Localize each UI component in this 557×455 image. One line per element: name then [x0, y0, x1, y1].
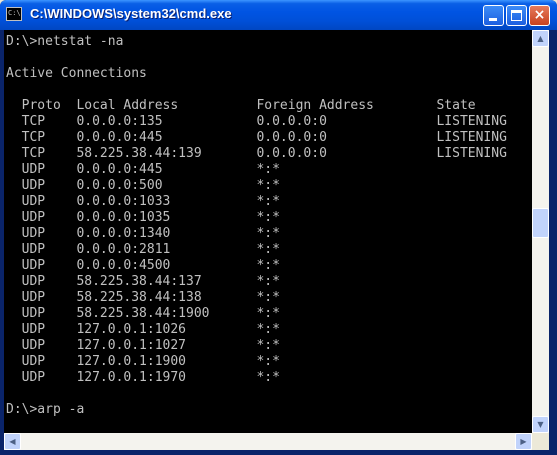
title-bar[interactable]: C:\ C:\WINDOWS\system32\cmd.exe × [0, 0, 557, 30]
scroll-up-button[interactable]: ▲ [532, 30, 549, 47]
close-button[interactable]: × [529, 5, 550, 26]
vertical-scrollbar[interactable]: ▲ ▼ [532, 30, 549, 433]
vertical-scroll-thumb[interactable] [532, 208, 549, 238]
scroll-left-button[interactable]: ◀ [4, 433, 21, 450]
cmd-app-icon[interactable]: C:\ [6, 7, 22, 21]
close-icon: × [533, 7, 546, 23]
maximize-icon [511, 10, 522, 21]
console-text: D:\>netstat -na Active Connections Proto… [6, 34, 507, 417]
horizontal-scrollbar[interactable]: ◀ ▶ [4, 433, 532, 450]
scroll-down-button[interactable]: ▼ [532, 416, 549, 433]
window-title: C:\WINDOWS\system32\cmd.exe [30, 6, 232, 21]
cmd-window: C:\ C:\WINDOWS\system32\cmd.exe × D:\>ne… [0, 0, 557, 455]
scroll-right-button[interactable]: ▶ [515, 433, 532, 450]
scrollbar-corner [532, 433, 549, 450]
maximize-button[interactable] [506, 5, 527, 26]
minimize-icon [489, 18, 497, 21]
minimize-button[interactable] [483, 5, 504, 26]
console-output-area[interactable]: D:\>netstat -na Active Connections Proto… [4, 30, 532, 433]
